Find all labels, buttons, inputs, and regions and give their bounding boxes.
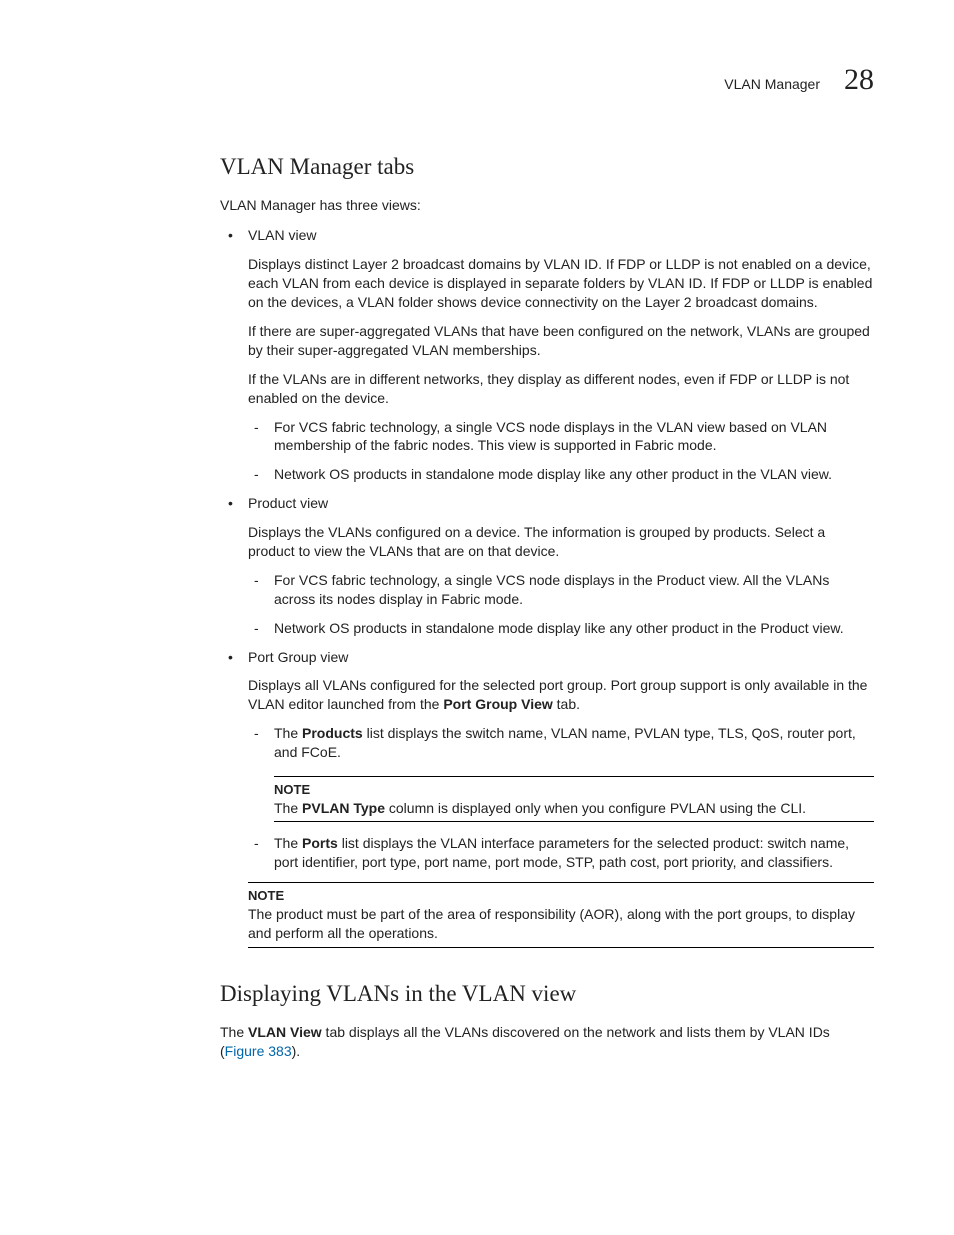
product-view-desc-1: Displays the VLANs configured on a devic… — [248, 523, 874, 561]
intro-text: VLAN Manager has three views: — [220, 196, 874, 215]
section2-intro: The VLAN View tab displays all the VLANs… — [220, 1023, 874, 1061]
vlan-view-sublist: For VCS fabric technology, a single VCS … — [248, 418, 874, 485]
note-block-aor: NOTE The product must be part of the are… — [248, 882, 874, 947]
list-item-product-view: Product view Displays the VLANs configur… — [220, 494, 874, 637]
header-section-label: VLAN Manager — [724, 75, 820, 94]
chapter-number: 28 — [844, 60, 874, 101]
product-view-sub-2: Network OS products in standalone mode d… — [248, 619, 874, 638]
vlan-view-label: VLAN view — [248, 227, 316, 243]
vlan-view-desc-2: If there are super-aggregated VLANs that… — [248, 322, 874, 360]
note-block-pvlan: NOTE The PVLAN Type column is displayed … — [274, 776, 874, 822]
vlan-view-sub-1: For VCS fabric technology, a single VCS … — [248, 418, 874, 456]
product-view-sublist: For VCS fabric technology, a single VCS … — [248, 571, 874, 638]
list-item-port-group-view: Port Group view Displays all VLANs confi… — [220, 648, 874, 948]
products-bold: Products — [302, 725, 363, 741]
note-label: NOTE — [274, 781, 874, 799]
port-group-view-desc: Displays all VLANs configured for the se… — [248, 676, 874, 714]
note-text-aor: The product must be part of the area of … — [248, 905, 874, 943]
note-label-2: NOTE — [248, 887, 874, 905]
port-group-view-bold: Port Group View — [443, 696, 552, 712]
page-header: VLAN Manager 28 — [80, 60, 874, 101]
ports-bold: Ports — [302, 835, 338, 851]
figure-link[interactable]: Figure 383 — [225, 1043, 292, 1059]
note-text-pvlan: The PVLAN Type column is displayed only … — [274, 799, 874, 818]
vlan-view-desc-1: Displays distinct Layer 2 broadcast doma… — [248, 255, 874, 312]
port-group-view-label: Port Group view — [248, 649, 348, 665]
section-heading-vlan-manager-tabs: VLAN Manager tabs — [220, 151, 874, 182]
vlan-view-sub-2: Network OS products in standalone mode d… — [248, 465, 874, 484]
vlan-view-desc-3: If the VLANs are in different networks, … — [248, 370, 874, 408]
port-group-sub-ports: The Ports list displays the VLAN interfa… — [248, 834, 874, 872]
product-view-sub-1: For VCS fabric technology, a single VCS … — [248, 571, 874, 609]
vlan-view-bold: VLAN View — [248, 1024, 322, 1040]
pvlan-type-bold: PVLAN Type — [302, 800, 385, 816]
views-list: VLAN view Displays distinct Layer 2 broa… — [220, 226, 874, 947]
list-item-vlan-view: VLAN view Displays distinct Layer 2 broa… — [220, 226, 874, 484]
port-group-sub-products: The Products list displays the switch na… — [248, 724, 874, 822]
port-group-view-sublist: The Products list displays the switch na… — [248, 724, 874, 872]
section-heading-displaying-vlans: Displaying VLANs in the VLAN view — [220, 978, 874, 1009]
product-view-label: Product view — [248, 495, 328, 511]
page-content: VLAN Manager tabs VLAN Manager has three… — [220, 151, 874, 1061]
